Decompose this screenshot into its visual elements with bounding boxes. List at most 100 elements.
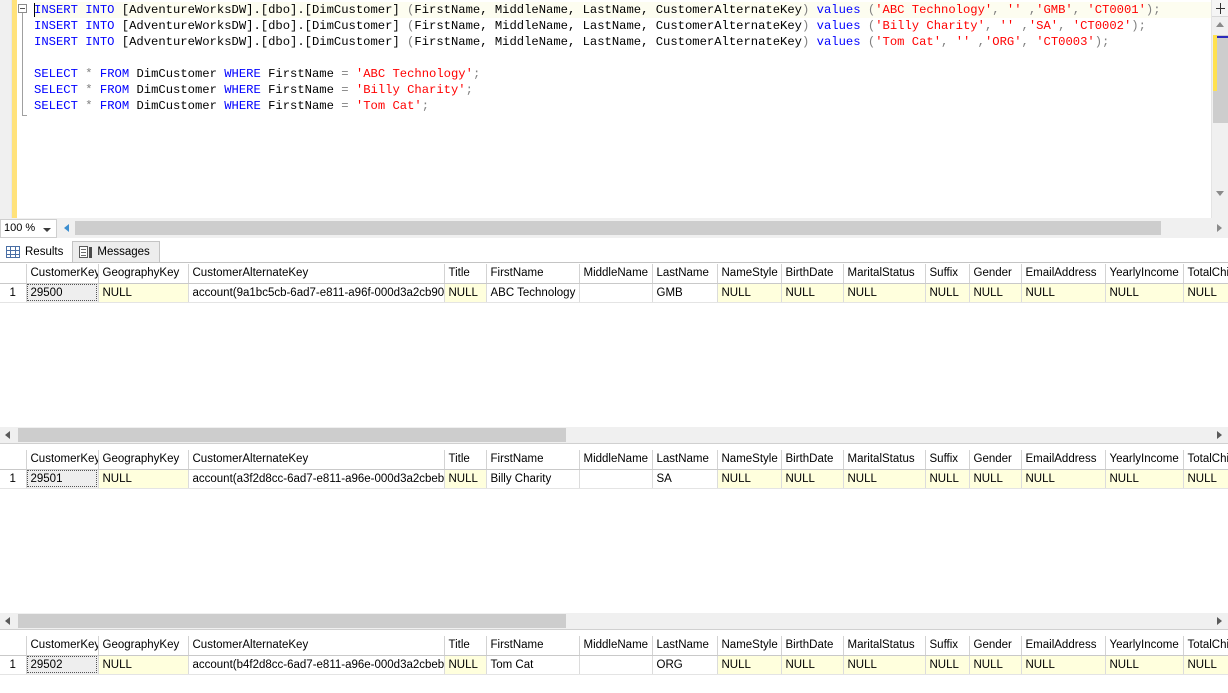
grid-corner-cell[interactable] bbox=[0, 264, 27, 284]
scroll-right-arrow[interactable] bbox=[1212, 220, 1228, 236]
column-header-maritalstatus[interactable]: MaritalStatus bbox=[843, 450, 926, 470]
column-header-geographykey[interactable]: GeographyKey bbox=[98, 264, 189, 284]
result-grid-1[interactable]: CustomerKey GeographyKey CustomerAlternate… bbox=[0, 264, 1228, 450]
cell-suffix[interactable]: NULL bbox=[925, 283, 970, 303]
grid-scroll-left-arrow[interactable] bbox=[0, 427, 16, 443]
row-number-cell[interactable]: 1 bbox=[0, 283, 27, 303]
cell-lastname[interactable]: ORG bbox=[652, 655, 718, 675]
column-header-title[interactable]: Title bbox=[444, 636, 487, 656]
column-header-lastname[interactable]: LastName bbox=[652, 264, 718, 284]
cell-maritalstatus[interactable]: NULL bbox=[843, 283, 926, 303]
cell-yearlyincome[interactable]: NULL bbox=[1105, 655, 1184, 675]
scroll-left-arrow[interactable] bbox=[59, 220, 75, 236]
column-header-totalchildren[interactable]: TotalChildren bbox=[1183, 264, 1228, 284]
cell-geographykey[interactable]: NULL bbox=[98, 469, 189, 489]
cell-suffix[interactable]: NULL bbox=[925, 469, 970, 489]
column-header-gender[interactable]: Gender bbox=[969, 450, 1022, 470]
row-number-cell[interactable]: 1 bbox=[0, 469, 27, 489]
column-header-suffix[interactable]: Suffix bbox=[925, 450, 970, 470]
column-header-customerkey[interactable]: CustomerKey bbox=[26, 450, 99, 470]
column-header-emailaddress[interactable]: EmailAddress bbox=[1021, 450, 1106, 470]
column-header-customeralternatekey[interactable]: CustomerAlternateKey bbox=[188, 450, 445, 470]
cell-customeralternatekey[interactable]: account(b4f2d8cc-6ad7-e811-a96e-000d3a2c… bbox=[188, 655, 445, 675]
grid-hscroll-track[interactable] bbox=[16, 612, 1212, 629]
cell-customerkey[interactable]: 29501 bbox=[26, 469, 99, 489]
cell-geographykey[interactable]: NULL bbox=[98, 655, 189, 675]
results-table[interactable]: CustomerKey GeographyKey CustomerAlternate… bbox=[0, 636, 1228, 675]
cell-title[interactable]: NULL bbox=[444, 469, 487, 489]
column-header-customeralternatekey[interactable]: CustomerAlternateKey bbox=[188, 636, 445, 656]
grid-hscroll-thumb[interactable] bbox=[18, 613, 566, 628]
cell-firstname[interactable]: Billy Charity bbox=[486, 469, 580, 489]
cell-title[interactable]: NULL bbox=[444, 655, 487, 675]
cell-namestyle[interactable]: NULL bbox=[717, 469, 782, 489]
column-header-yearlyincome[interactable]: YearlyIncome bbox=[1105, 264, 1184, 284]
table-row[interactable]: 1 29501 NULL account(a3f2d8cc-6ad7-e811-a96… bbox=[0, 469, 1228, 489]
column-header-maritalstatus[interactable]: MaritalStatus bbox=[843, 264, 926, 284]
cell-lastname[interactable]: GMB bbox=[652, 283, 718, 303]
column-header-title[interactable]: Title bbox=[444, 264, 487, 284]
tab-results[interactable]: Results bbox=[0, 241, 73, 262]
cell-middlename[interactable] bbox=[579, 283, 653, 303]
collapse-region-icon[interactable] bbox=[18, 4, 27, 13]
cell-totalchildren[interactable]: NULL bbox=[1183, 469, 1228, 489]
column-header-customeralternatekey[interactable]: CustomerAlternateKey bbox=[188, 264, 445, 284]
column-header-customerkey[interactable]: CustomerKey bbox=[26, 636, 99, 656]
column-header-title[interactable]: Title bbox=[444, 450, 487, 470]
column-header-firstname[interactable]: FirstName bbox=[486, 636, 580, 656]
cell-emailaddress[interactable]: NULL bbox=[1021, 469, 1106, 489]
result-grid-2[interactable]: CustomerKey GeographyKey CustomerAlternate… bbox=[0, 450, 1228, 636]
result-grid-3[interactable]: CustomerKey GeographyKey CustomerAlternate… bbox=[0, 636, 1228, 693]
grid-viewport[interactable]: CustomerKey GeographyKey CustomerAlternate… bbox=[0, 636, 1228, 675]
scroll-down-arrow[interactable] bbox=[1212, 186, 1228, 202]
cell-gender[interactable]: NULL bbox=[969, 283, 1022, 303]
column-header-middlename[interactable]: MiddleName bbox=[579, 450, 653, 470]
column-header-birthdate[interactable]: BirthDate bbox=[781, 636, 844, 656]
cell-customerkey[interactable]: 29502 bbox=[26, 655, 99, 675]
cell-gender[interactable]: NULL bbox=[969, 655, 1022, 675]
column-header-maritalstatus[interactable]: MaritalStatus bbox=[843, 636, 926, 656]
grid-viewport[interactable]: CustomerKey GeographyKey CustomerAlternate… bbox=[0, 264, 1228, 303]
column-header-birthdate[interactable]: BirthDate bbox=[781, 450, 844, 470]
results-table[interactable]: CustomerKey GeographyKey CustomerAlternate… bbox=[0, 450, 1228, 489]
column-header-firstname[interactable]: FirstName bbox=[486, 264, 580, 284]
cell-firstname[interactable]: Tom Cat bbox=[486, 655, 580, 675]
cell-firstname[interactable]: ABC Technology bbox=[486, 283, 580, 303]
column-header-geographykey[interactable]: GeographyKey bbox=[98, 636, 189, 656]
column-header-namestyle[interactable]: NameStyle bbox=[717, 450, 782, 470]
column-header-birthdate[interactable]: BirthDate bbox=[781, 264, 844, 284]
editor-horizontal-scrollbar[interactable] bbox=[59, 220, 1228, 236]
grid-hscroll-track[interactable] bbox=[16, 426, 1212, 443]
cell-birthdate[interactable]: NULL bbox=[781, 469, 844, 489]
column-header-gender[interactable]: Gender bbox=[969, 636, 1022, 656]
cell-customeralternatekey[interactable]: account(a3f2d8cc-6ad7-e811-a96e-000d3a2c… bbox=[188, 469, 445, 489]
cell-maritalstatus[interactable]: NULL bbox=[843, 655, 926, 675]
vscroll-track[interactable] bbox=[1212, 33, 1228, 185]
column-header-namestyle[interactable]: NameStyle bbox=[717, 636, 782, 656]
row-number-cell[interactable]: 1 bbox=[0, 655, 27, 675]
column-header-emailaddress[interactable]: EmailAddress bbox=[1021, 636, 1106, 656]
hscroll-thumb[interactable] bbox=[75, 221, 1161, 235]
column-header-suffix[interactable]: Suffix bbox=[925, 636, 970, 656]
cell-namestyle[interactable]: NULL bbox=[717, 283, 782, 303]
column-header-gender[interactable]: Gender bbox=[969, 264, 1022, 284]
results-table[interactable]: CustomerKey GeographyKey CustomerAlternate… bbox=[0, 264, 1228, 303]
grid-scroll-right-arrow[interactable] bbox=[1212, 427, 1228, 443]
grid-scroll-right-arrow[interactable] bbox=[1212, 613, 1228, 629]
grid-corner-cell[interactable] bbox=[0, 450, 27, 470]
cell-maritalstatus[interactable]: NULL bbox=[843, 469, 926, 489]
column-header-geographykey[interactable]: GeographyKey bbox=[98, 450, 189, 470]
cell-suffix[interactable]: NULL bbox=[925, 655, 970, 675]
split-window-button[interactable] bbox=[1212, 0, 1228, 17]
editor-outlining-margin[interactable] bbox=[17, 0, 32, 218]
cell-totalchildren[interactable]: NULL bbox=[1183, 283, 1228, 303]
column-header-totalchildren[interactable]: TotalChildren bbox=[1183, 636, 1228, 656]
column-header-customerkey[interactable]: CustomerKey bbox=[26, 264, 99, 284]
cell-yearlyincome[interactable]: NULL bbox=[1105, 469, 1184, 489]
grid-viewport[interactable]: CustomerKey GeographyKey CustomerAlternate… bbox=[0, 450, 1228, 489]
cell-middlename[interactable] bbox=[579, 469, 653, 489]
column-header-middlename[interactable]: MiddleName bbox=[579, 636, 653, 656]
cell-emailaddress[interactable]: NULL bbox=[1021, 283, 1106, 303]
zoom-level-dropdown[interactable]: 100 % bbox=[0, 218, 57, 238]
cell-title[interactable]: NULL bbox=[444, 283, 487, 303]
